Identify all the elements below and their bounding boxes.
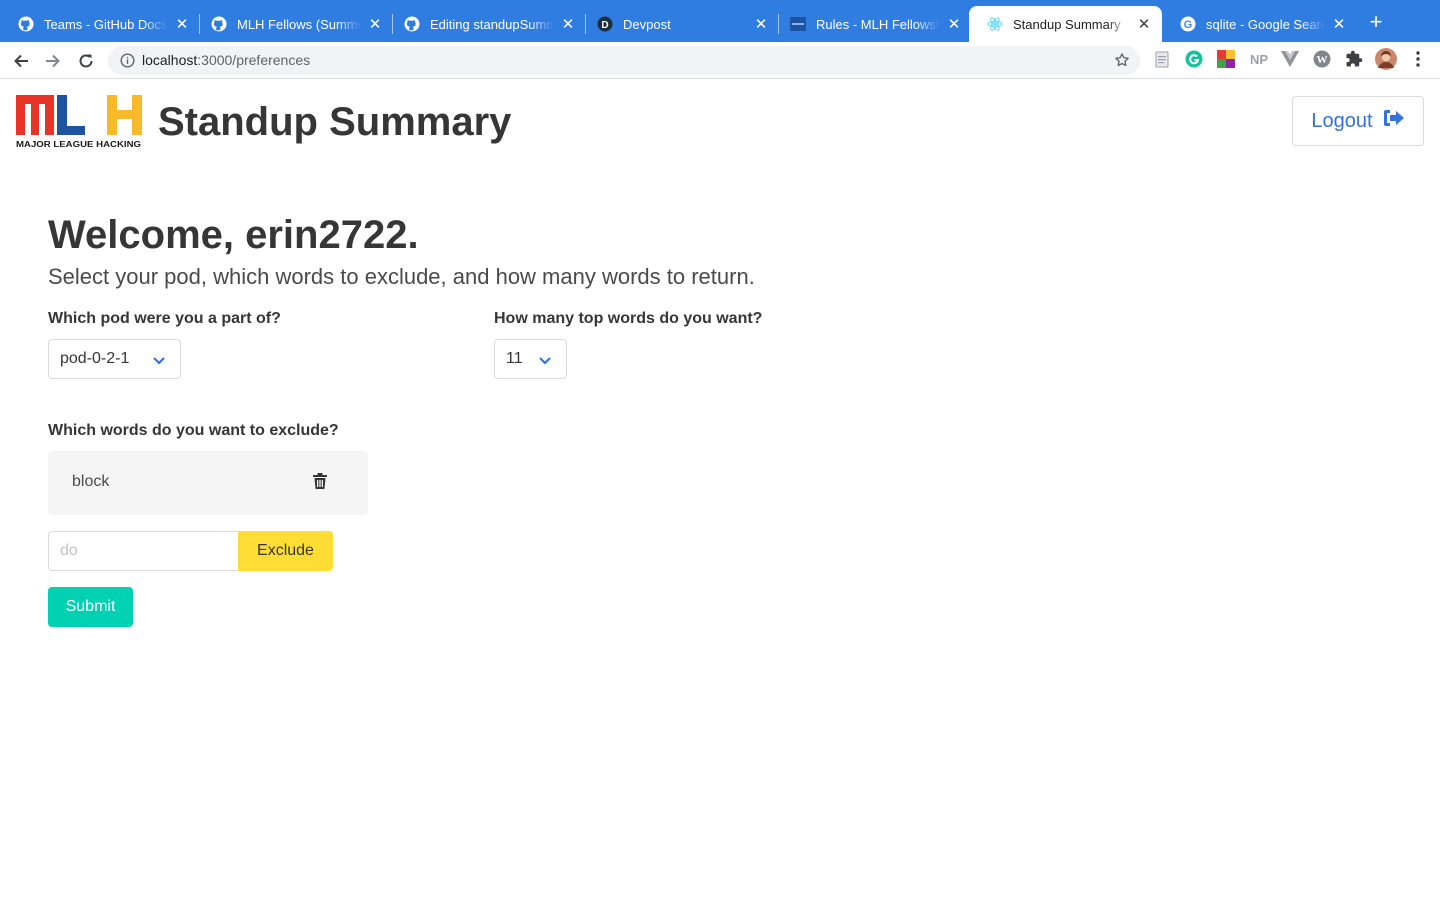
exclude-word-input[interactable] [48,531,240,571]
tab-title: Teams - GitHub Docs [44,16,168,32]
info-icon[interactable] [120,53,135,73]
welcome-heading: Welcome, erin2722. [48,213,419,257]
menu-icon[interactable] [1409,50,1427,68]
mlh-logo[interactable]: MAJOR LEAGUE HACKING [16,95,142,149]
pod-select-value: pod-0-2-1 [60,350,130,367]
browser-tab[interactable]: MLH Fellows (Summer ✕ [193,6,393,42]
react-icon [987,16,1003,32]
chevron-down-icon [538,353,552,371]
np-extension-icon[interactable]: NP [1249,50,1269,68]
back-arrow-icon[interactable] [10,50,32,72]
github-icon [404,16,420,32]
url-text: localhost:3000/preferences [142,52,310,68]
browser-tab-active[interactable]: Standup Summary ✕ [969,6,1162,42]
google-icon: G [1180,16,1196,32]
mlh-logo-subtext: MAJOR LEAGUE HACKING [16,139,141,149]
tab-title: Rules - MLH Fellowship [816,16,940,32]
mlh-icon [790,16,806,32]
profile-avatar[interactable] [1375,48,1397,70]
puzzle-icon[interactable] [1345,50,1363,68]
pod-label: Which pod were you a part of? [48,310,281,327]
browser-tab[interactable]: D Devpost ✕ [579,6,779,42]
close-icon[interactable]: ✕ [1331,15,1347,33]
color-extension-icon[interactable] [1217,50,1235,68]
page-icon[interactable] [1153,50,1171,68]
forward-arrow-icon[interactable] [42,50,64,72]
close-icon[interactable]: ✕ [753,15,769,33]
tab-title: Standup Summary [1013,16,1121,32]
trash-icon[interactable] [313,473,327,494]
chevron-down-icon [152,353,166,371]
browser-tab[interactable]: Rules - MLH Fellowship ✕ [772,6,972,42]
grammarly-icon[interactable] [1185,50,1203,68]
app-title: Standup Summary [158,100,512,144]
wordpress-icon[interactable]: W [1313,50,1331,68]
count-label: How many top words do you want? [494,310,763,327]
word-count-value: 11 [506,350,523,367]
word-count-select[interactable]: 11 [494,339,567,379]
github-icon [211,16,227,32]
close-icon[interactable]: ✕ [946,15,962,33]
url-host: localhost [142,52,198,68]
svg-text:W: W [1317,54,1328,66]
close-icon[interactable]: ✕ [174,15,190,33]
exclude-label: Which words do you want to exclude? [48,422,339,439]
logout-button[interactable]: Logout [1292,96,1424,146]
page: MAJOR LEAGUE HACKING Standup Summary Log… [0,80,1440,900]
address-bar[interactable]: localhost:3000/preferences [108,46,1140,75]
tab-title: sqlite - Google Search [1206,16,1325,32]
tab-title: Editing standupSumm [430,16,554,32]
logout-label: Logout [1311,109,1373,132]
browser-tab[interactable]: Editing standupSumm ✕ [386,6,586,42]
reload-icon[interactable] [75,50,97,72]
url-path: :3000/preferences [197,52,311,68]
tab-title: Devpost [623,16,671,32]
svg-text:D: D [601,20,608,31]
close-icon[interactable]: ✕ [367,15,383,33]
browser-tab[interactable]: G sqlite - Google Search ✕ [1162,6,1357,42]
excluded-word-text: block [72,473,110,490]
bookmark-star-icon[interactable] [1114,52,1130,73]
pod-select[interactable]: pod-0-2-1 [48,339,181,379]
sign-out-icon [1383,109,1405,133]
vue-devtools-icon[interactable] [1281,50,1299,68]
exclude-button[interactable]: Exclude [238,531,333,571]
close-icon[interactable]: ✕ [1136,15,1152,33]
browser-tab[interactable]: Teams - GitHub Docs ✕ [0,6,200,42]
svg-text:G: G [1184,19,1193,31]
submit-button[interactable]: Submit [48,587,133,627]
new-tab-button[interactable]: + [1364,10,1388,34]
github-icon [18,16,34,32]
tab-title: MLH Fellows (Summer [237,16,361,32]
devpost-icon: D [597,16,613,32]
close-icon[interactable]: ✕ [560,15,576,33]
browser-tab-bar: Teams - GitHub Docs ✕ MLH Fellows (Summe… [0,0,1440,42]
excluded-word-item: block [48,451,368,515]
page-subtitle: Select your pod, which words to exclude,… [48,264,755,289]
